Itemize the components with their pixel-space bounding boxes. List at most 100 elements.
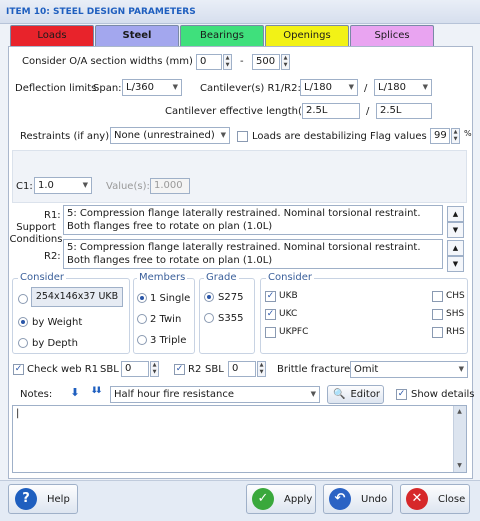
chs-checkbox[interactable]: [432, 291, 443, 302]
cantilever-r2-select[interactable]: L/180 ▼: [374, 79, 432, 96]
sbl1-input[interactable]: 0: [121, 361, 149, 377]
r2-checkbox[interactable]: ✓: [174, 364, 185, 375]
editor-button[interactable]: 🔍 Editor: [327, 385, 384, 404]
min-width-input[interactable]: 0: [196, 54, 222, 70]
shs-checkbox[interactable]: [432, 309, 443, 320]
undo-icon: ↶: [329, 488, 351, 510]
editor-button-label: Editor: [350, 389, 381, 400]
s275-label: S275: [218, 292, 244, 303]
support-r1-up-button[interactable]: ▲: [447, 206, 464, 222]
cantilever-r2-value: L/180: [378, 82, 407, 93]
cant-eff-r2-input[interactable]: 2.5L: [376, 103, 432, 119]
undo-button-label: Undo: [361, 493, 388, 505]
scroll-up-icon[interactable]: ▲: [453, 406, 466, 418]
by-depth-radio[interactable]: [18, 338, 28, 348]
apply-button[interactable]: ✓ Apply: [246, 484, 316, 514]
support-conditions-label: Support Conditions: [9, 222, 63, 245]
help-button-label: Help: [47, 493, 70, 505]
sbl2-spinner[interactable]: ▲ ▼: [257, 361, 266, 377]
undo-button[interactable]: ↶ Undo: [323, 484, 393, 514]
destabilizing-checkbox[interactable]: [237, 131, 248, 142]
search-icon: 🔍: [333, 389, 346, 400]
support-r2-down-button[interactable]: ▼: [447, 256, 464, 272]
s275-radio[interactable]: [204, 292, 214, 302]
max-width-input[interactable]: 500: [252, 54, 280, 70]
close-button-label: Close: [438, 493, 466, 505]
scroll-down-icon[interactable]: ▼: [453, 460, 466, 472]
restraints-value: None (unrestrained): [114, 130, 215, 141]
triple-label: 3 Triple: [150, 335, 187, 346]
twin-radio[interactable]: [137, 314, 147, 324]
show-details-checkbox[interactable]: ✓: [396, 389, 407, 400]
tab-splices[interactable]: Splices: [350, 25, 434, 46]
check-web-label: Check web R1: [27, 364, 99, 375]
cant-eff-label: Cantilever effective length(s):: [165, 106, 315, 117]
s355-radio[interactable]: [204, 313, 214, 323]
check-web-checkbox[interactable]: ✓: [13, 364, 24, 375]
flag-percent-label: %: [464, 129, 472, 138]
restraints-select[interactable]: None (unrestrained) ▼: [110, 127, 230, 144]
flag-value-input[interactable]: 99: [430, 128, 450, 144]
c1-label: C1:: [16, 181, 33, 192]
rhs-checkbox[interactable]: [432, 327, 443, 338]
ukpfc-checkbox[interactable]: [265, 327, 276, 338]
max-width-spinner[interactable]: ▲ ▼: [281, 54, 290, 70]
ukb-label: UKB: [279, 291, 298, 301]
tab-label: Openings: [283, 30, 331, 41]
close-button[interactable]: ✕ Close: [400, 484, 470, 514]
tab-openings[interactable]: Openings: [265, 25, 349, 46]
c1-values-label: Value(s):: [106, 181, 150, 192]
min-width-spinner[interactable]: ▲ ▼: [223, 54, 232, 70]
brittle-fracture-label: Brittle fracture:: [277, 364, 354, 375]
single-radio[interactable]: [137, 293, 147, 303]
shs-label: SHS: [446, 309, 465, 319]
help-icon: ?: [15, 488, 37, 510]
by-weight-label: by Weight: [32, 317, 83, 328]
sbl1-spinner[interactable]: ▲ ▼: [150, 361, 159, 377]
section-button[interactable]: 254x146x37 UKB: [31, 287, 123, 307]
chevron-down-icon: ▼: [458, 365, 464, 373]
cant-eff-r1-input[interactable]: 2.5L: [302, 103, 360, 119]
cantilever-r1-select[interactable]: L/180 ▼: [300, 79, 358, 96]
tab-label: Loads: [37, 30, 67, 41]
double-arrow-down-icon[interactable]: ⬇⬇: [85, 386, 105, 402]
sbl2-input[interactable]: 0: [228, 361, 256, 377]
section-radio[interactable]: [18, 294, 28, 304]
ukb-checkbox[interactable]: ✓: [265, 291, 276, 302]
arrow-down-icon[interactable]: ⬇: [68, 386, 82, 402]
ukc-checkbox[interactable]: ✓: [265, 309, 276, 320]
c1-select[interactable]: 1.0 ▼: [34, 177, 92, 194]
span-limit-value: L/360: [126, 82, 155, 93]
notes-select[interactable]: Half hour fire resistance ▼: [110, 386, 320, 403]
span-limit-select[interactable]: L/360 ▼: [122, 79, 182, 96]
brittle-fracture-select[interactable]: Omit ▼: [350, 361, 468, 378]
support-r2-up-button[interactable]: ▲: [447, 240, 464, 256]
tab-label: Steel: [122, 30, 152, 41]
support-r2-label: R2:: [44, 251, 61, 262]
tab-loads[interactable]: Loads: [10, 25, 94, 46]
ukc-label: UKC: [279, 309, 298, 319]
flag-values-label: Flag values >: [370, 131, 439, 142]
section-widths-label: Consider O/A section widths (mm) of: [22, 56, 206, 67]
single-label: 1 Single: [150, 293, 191, 304]
chevron-down-icon: ▼: [422, 83, 428, 91]
by-depth-label: by Depth: [32, 338, 78, 349]
cantilever-label: Cantilever(s) R1/R2:: [200, 83, 301, 94]
c1-values-input[interactable]: 1.000: [150, 178, 190, 194]
flag-value-spinner[interactable]: ▲ ▼: [451, 128, 460, 144]
triple-radio[interactable]: [137, 335, 147, 345]
tab-steel[interactable]: Steel: [95, 25, 179, 47]
tab-label: Bearings: [200, 30, 244, 41]
span-label: Span:: [93, 83, 122, 94]
help-button[interactable]: ? Help: [8, 484, 78, 514]
r2-label: R2: [188, 364, 202, 375]
tab-bearings[interactable]: Bearings: [180, 25, 264, 46]
notes-textarea[interactable]: |: [12, 405, 467, 473]
support-r1-down-button[interactable]: ▼: [447, 222, 464, 238]
by-weight-radio[interactable]: [18, 317, 28, 327]
rhs-label: RHS: [446, 327, 465, 337]
support-r2-text[interactable]: 5: Compression flange laterally restrain…: [63, 239, 443, 269]
section-types-title: Consider: [266, 272, 315, 283]
support-r1-text[interactable]: 5: Compression flange laterally restrain…: [63, 205, 443, 235]
show-details-label: Show details: [411, 389, 475, 400]
